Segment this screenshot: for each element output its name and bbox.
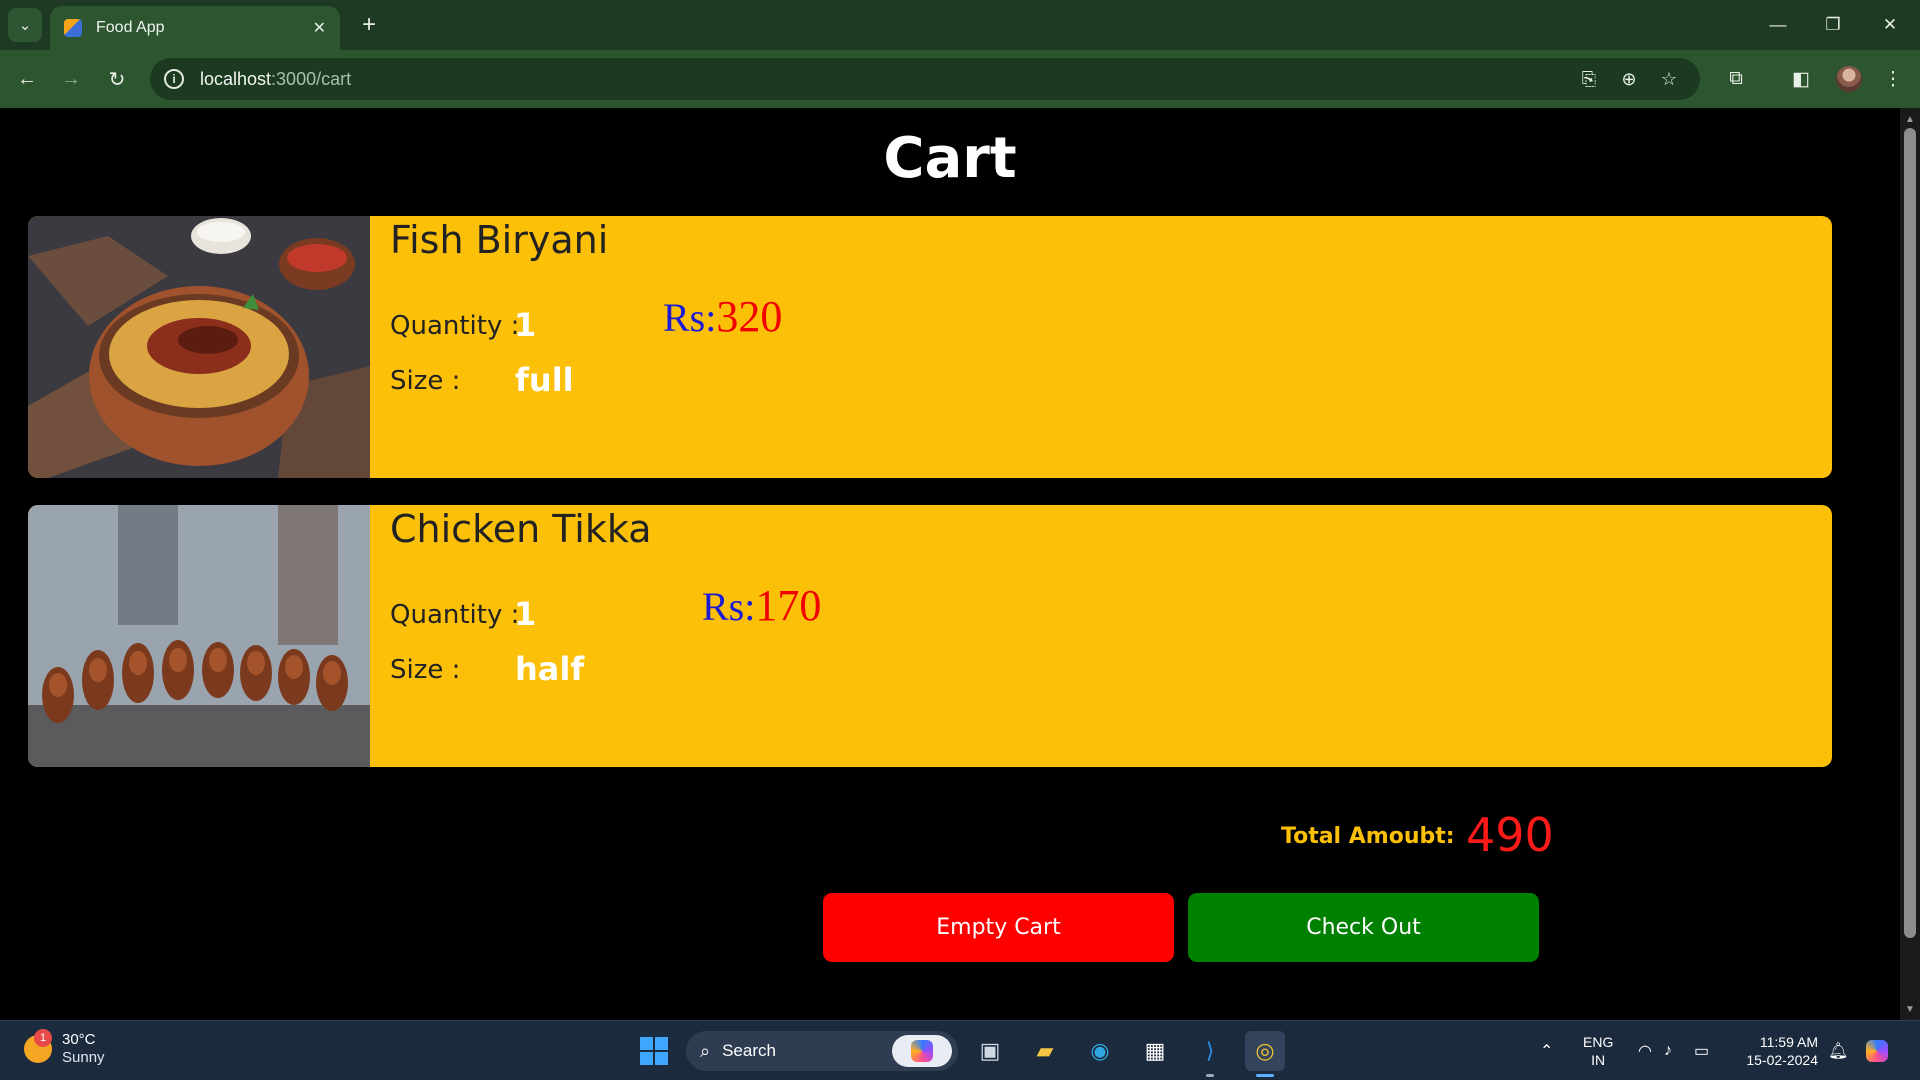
tikka-photo: [28, 505, 370, 767]
tab-close-icon[interactable]: ✕: [313, 18, 326, 38]
language-code: ENG: [1583, 1034, 1614, 1050]
volume-icon[interactable]: ♪: [1664, 1021, 1672, 1080]
size-value: half: [515, 650, 585, 688]
restore-button[interactable]: ❐: [1813, 8, 1853, 42]
weather-condition: Sunny: [62, 1049, 105, 1066]
extensions-icon[interactable]: ⧉: [1719, 62, 1753, 96]
reload-icon[interactable]: ↻: [100, 62, 134, 96]
install-icon[interactable]: ⎘: [1574, 68, 1604, 90]
total-label: Total Amoubt:: [1281, 824, 1455, 849]
url-path: :3000/cart: [271, 68, 352, 89]
item-price: Rs:320: [663, 291, 782, 342]
page-viewport: Cart Fish Biryani Quantity : 1 Size : fu…: [0, 108, 1900, 1020]
tab-food-app[interactable]: Food App ✕: [50, 6, 340, 50]
browser-tab-bar: ⌄ Food App ✕ + — ❐ ✕: [0, 0, 1920, 50]
clock[interactable]: 11:59 AM 15-02-2024: [1738, 1033, 1818, 1069]
quantity-value: 1: [514, 595, 537, 633]
chrome-icon[interactable]: ◎: [1245, 1031, 1285, 1077]
file-explorer-icon[interactable]: ▰: [1025, 1031, 1065, 1071]
quantity-label: Quantity :: [390, 600, 520, 630]
wifi-icon[interactable]: ◠: [1638, 1021, 1652, 1080]
empty-cart-button[interactable]: Empty Cart: [823, 893, 1174, 962]
address-bar[interactable]: i localhost:3000/cart ⎘ ⊕ ☆: [150, 58, 1700, 100]
copilot-icon[interactable]: [892, 1035, 952, 1067]
date: 15-02-2024: [1746, 1052, 1818, 1068]
copilot-tray-icon[interactable]: [1866, 1021, 1888, 1080]
size-value: full: [515, 361, 574, 399]
tab-search-icon[interactable]: ⌄: [8, 8, 42, 42]
side-panel-icon[interactable]: ◧: [1784, 62, 1818, 96]
store-icon[interactable]: ▦: [1135, 1031, 1175, 1071]
currency-label: Rs:: [702, 584, 756, 629]
price-amount: 170: [755, 581, 822, 630]
back-icon[interactable]: ←: [10, 62, 44, 96]
vscode-icon[interactable]: ⟩: [1190, 1031, 1230, 1077]
page-title: Cart: [883, 126, 1017, 191]
taskbar: 1 30°C Sunny ⌕ Search ▣ ▰ ◉ ▦ ⟩ ◎ ⌃ ENG …: [0, 1020, 1920, 1080]
cart-item: Fish Biryani Quantity : 1 Size : full Rs…: [28, 216, 1832, 478]
quantity-label: Quantity :: [390, 311, 520, 341]
language-indicator[interactable]: ENG IN: [1583, 1033, 1613, 1069]
quantity-value: 1: [514, 306, 537, 344]
item-name: Fish Biryani: [390, 218, 609, 262]
tab-title: Food App: [96, 19, 165, 36]
url-host: localhost: [200, 68, 272, 89]
scrollbar[interactable]: ▲ ▼: [1900, 108, 1920, 1020]
battery-icon[interactable]: ▭: [1694, 1021, 1709, 1080]
sun-icon: 1: [24, 1029, 52, 1063]
task-view-icon[interactable]: ▣: [970, 1031, 1010, 1071]
browser-toolbar: ← → ↻ i localhost:3000/cart ⎘ ⊕ ☆ ⧉ ◧ ⋮: [0, 50, 1920, 108]
show-hidden-icons[interactable]: ⌃: [1540, 1021, 1553, 1080]
start-icon[interactable]: [634, 1031, 674, 1071]
search-icon: ⌕: [700, 1040, 711, 1061]
notification-bell-icon[interactable]: 🔔︎: [1828, 1021, 1848, 1080]
taskbar-search[interactable]: ⌕ Search: [686, 1031, 958, 1071]
cart-item: Chicken Tikka Quantity : 1 Size : half R…: [28, 505, 1832, 767]
edge-icon[interactable]: ◉: [1080, 1031, 1120, 1071]
size-label: Size :: [390, 366, 461, 396]
currency-label: Rs:: [663, 295, 717, 340]
item-price: Rs:170: [702, 580, 821, 631]
bookmark-star-icon[interactable]: ☆: [1654, 68, 1684, 90]
size-label: Size :: [390, 655, 461, 685]
weather-widget[interactable]: 1 30°C Sunny: [24, 1029, 105, 1067]
total-value: 490: [1466, 808, 1554, 862]
item-name: Chicken Tikka: [390, 507, 652, 551]
new-tab-button[interactable]: +: [354, 10, 384, 40]
forward-icon[interactable]: →: [54, 62, 88, 96]
scroll-thumb[interactable]: [1904, 128, 1916, 938]
checkout-button[interactable]: Check Out: [1188, 893, 1539, 962]
minimize-button[interactable]: —: [1758, 8, 1798, 42]
menu-icon[interactable]: ⋮: [1876, 62, 1910, 96]
search-label: Search: [722, 1041, 776, 1060]
scroll-up-icon[interactable]: ▲: [1900, 110, 1920, 128]
region-code: IN: [1591, 1052, 1606, 1068]
zoom-icon[interactable]: ⊕: [1614, 68, 1644, 90]
site-info-icon[interactable]: i: [164, 69, 184, 89]
favicon-icon: [64, 19, 82, 37]
time: 11:59 AM: [1759, 1034, 1818, 1050]
scroll-down-icon[interactable]: ▼: [1900, 1000, 1920, 1018]
window-close-button[interactable]: ✕: [1870, 8, 1910, 42]
price-amount: 320: [716, 292, 783, 341]
biryani-photo: [28, 216, 370, 478]
notification-badge: 1: [34, 1029, 52, 1047]
profile-avatar[interactable]: [1836, 66, 1862, 92]
temperature: 30°C: [62, 1031, 96, 1048]
